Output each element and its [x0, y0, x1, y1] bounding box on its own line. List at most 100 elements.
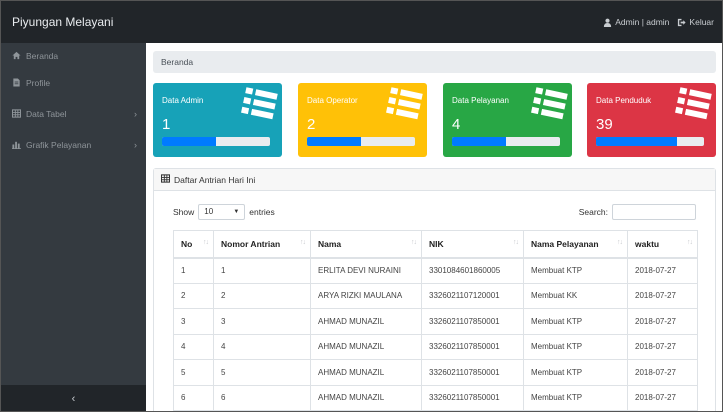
table-cell: 3301084601860005: [421, 257, 524, 284]
table-cell: 6: [213, 384, 311, 411]
table-cell: Membuat KTP: [523, 359, 628, 386]
card-progress-bar: [307, 137, 415, 146]
sidebar-item-profile[interactable]: Profile: [1, 70, 146, 96]
sidebar-item-label: Data Tabel: [26, 109, 67, 119]
table-cell: 2018-07-27: [627, 384, 698, 411]
queue-panel: Daftar Antrian Hari Ini Show 10 ▼ entrie…: [153, 168, 716, 411]
card-progress-bar: [596, 137, 704, 146]
search-input[interactable]: [612, 204, 696, 220]
table-cell: 4: [213, 333, 311, 360]
list-icon: [383, 85, 423, 127]
table-cell: 2: [173, 282, 214, 309]
table-cell: AHMAD MUNAZIL: [310, 308, 422, 335]
breadcrumb: Beranda: [153, 51, 716, 73]
main-content: Beranda Data Admin 1 Data Operator 2 Dat…: [146, 43, 722, 411]
queue-table: No ↑↓ Nomor Antrian ↑↓ Nama ↑↓ NIK ↑↓ Nama P…: [173, 230, 698, 411]
card-title: Data Admin: [162, 96, 204, 105]
card-title: Data Operator: [307, 96, 358, 105]
table-cell: 2018-07-27: [627, 257, 698, 284]
column-header-nomor-antrian[interactable]: Nomor Antrian ↑↓: [213, 230, 311, 259]
sidebar-item-label: Grafik Pelayanan: [26, 140, 92, 150]
table-cell: 6: [173, 384, 214, 411]
search-label: Search:: [578, 207, 608, 217]
table-cell: ERLITA DEVI NURAINI: [310, 257, 422, 284]
column-header-waktu[interactable]: waktu ↑↓: [627, 230, 698, 259]
list-icon: [528, 85, 568, 127]
entries-select-value: 10: [204, 207, 214, 216]
table-cell: ARYA RIZKI MAULANA: [310, 282, 422, 309]
table-cell: 1: [213, 257, 311, 284]
user-label[interactable]: Admin | admin: [615, 1, 669, 43]
table-cell: Membuat KTP: [523, 384, 628, 411]
column-header-nik[interactable]: NIK ↑↓: [421, 230, 524, 259]
column-header-nama[interactable]: Nama ↑↓: [310, 230, 422, 259]
chevron-right-icon: ›: [134, 140, 137, 150]
sidebar-item-data-tabel[interactable]: Data Tabel ›: [1, 101, 146, 127]
table-row: 6 6 AHMAD MUNAZIL 3326021107850001 Membuat K…: [173, 384, 698, 411]
table-cell: AHMAD MUNAZIL: [310, 359, 422, 386]
sort-icon: ↑↓: [687, 239, 693, 246]
table-search: Search:: [579, 204, 696, 220]
sidebar-item-label: Profile: [26, 78, 51, 88]
sort-icon: ↑↓: [411, 239, 417, 246]
table-row: 1 1 ERLITA DEVI NURAINI 3301084601860005 Mem…: [173, 257, 698, 284]
table-cell: AHMAD MUNAZIL: [310, 384, 422, 411]
chevron-right-icon: ›: [134, 109, 137, 119]
table-cell: 1: [173, 257, 214, 284]
card-count: 4: [452, 116, 461, 133]
logout-link[interactable]: Keluar: [689, 1, 714, 43]
user-icon: [603, 18, 612, 27]
table-cell: 3326021107850001: [421, 308, 524, 335]
sidebar-item-label: Beranda: [26, 51, 59, 61]
app-window: Piyungan Melayani Admin | admin Keluar B…: [0, 0, 723, 412]
column-header-no[interactable]: No ↑↓: [173, 230, 214, 259]
panel-title: Daftar Antrian Hari Ini: [174, 174, 256, 185]
app-title[interactable]: Piyungan Melayani: [12, 1, 113, 43]
table-row: 5 5 AHMAD MUNAZIL 3326021107850001 Membuat K…: [173, 359, 698, 386]
table-cell: 5: [173, 359, 214, 386]
table-cell: 2018-07-27: [627, 308, 698, 335]
table-cell: 2018-07-27: [627, 333, 698, 360]
list-icon: [672, 85, 712, 127]
card-data-penduduk[interactable]: Data Penduduk 39: [587, 83, 716, 157]
sidebar-item-beranda[interactable]: Beranda: [1, 43, 146, 69]
card-title: Data Penduduk: [596, 96, 652, 105]
table-cell: 5: [213, 359, 311, 386]
table-cell: 3326021107850001: [421, 359, 524, 386]
column-header-nama-pelayanan[interactable]: Nama Pelayanan ↑↓: [523, 230, 628, 259]
logout-icon: [677, 18, 686, 27]
table-cell: Membuat KTP: [523, 333, 628, 360]
chevron-down-icon: ▼: [233, 209, 240, 215]
list-icon: [238, 85, 278, 127]
table-cell: 3: [173, 308, 214, 335]
table-cell: 3326021107120001: [421, 282, 524, 309]
card-progress-fill: [307, 137, 361, 146]
sidebar-item-grafik-pelayanan[interactable]: Grafik Pelayanan ›: [1, 132, 146, 158]
entries-select[interactable]: 10 ▼: [198, 204, 246, 220]
sidebar-toggle-button[interactable]: ‹: [1, 385, 146, 411]
table-cell: AHMAD MUNAZIL: [310, 333, 422, 360]
entries-length-control: Show 10 ▼ entries: [173, 204, 275, 220]
card-progress-fill: [596, 137, 677, 146]
card-progress-fill: [452, 137, 506, 146]
card-count: 39: [596, 116, 613, 133]
card-data-operator[interactable]: Data Operator 2: [298, 83, 427, 157]
table-row: 3 3 AHMAD MUNAZIL 3326021107850001 Membuat K…: [173, 308, 698, 335]
user-menu[interactable]: Admin | admin Keluar: [603, 1, 714, 43]
card-progress-fill: [162, 137, 216, 146]
card-data-pelayanan[interactable]: Data Pelayanan 4: [443, 83, 572, 157]
sort-icon: ↑↓: [203, 239, 209, 246]
sort-icon: ↑↓: [300, 239, 306, 246]
card-count: 2: [307, 116, 316, 133]
table-row: 2 2 ARYA RIZKI MAULANA 3326021107120001 Memb…: [173, 282, 698, 309]
card-data-admin[interactable]: Data Admin 1: [153, 83, 282, 157]
sidebar: Beranda Profile Data Tabel › Grafik Pela…: [1, 43, 146, 411]
table-cell: Membuat KK: [523, 282, 628, 309]
top-navbar: Piyungan Melayani Admin | admin Keluar: [1, 1, 722, 43]
table-cell: Membuat KTP: [523, 308, 628, 335]
table-icon: [11, 108, 22, 120]
table-header-row: No ↑↓ Nomor Antrian ↑↓ Nama ↑↓ NIK ↑↓ Nama P…: [173, 230, 698, 259]
home-icon: [12, 51, 21, 62]
sort-icon: ↑↓: [513, 239, 519, 246]
card-progress-bar: [162, 137, 270, 146]
